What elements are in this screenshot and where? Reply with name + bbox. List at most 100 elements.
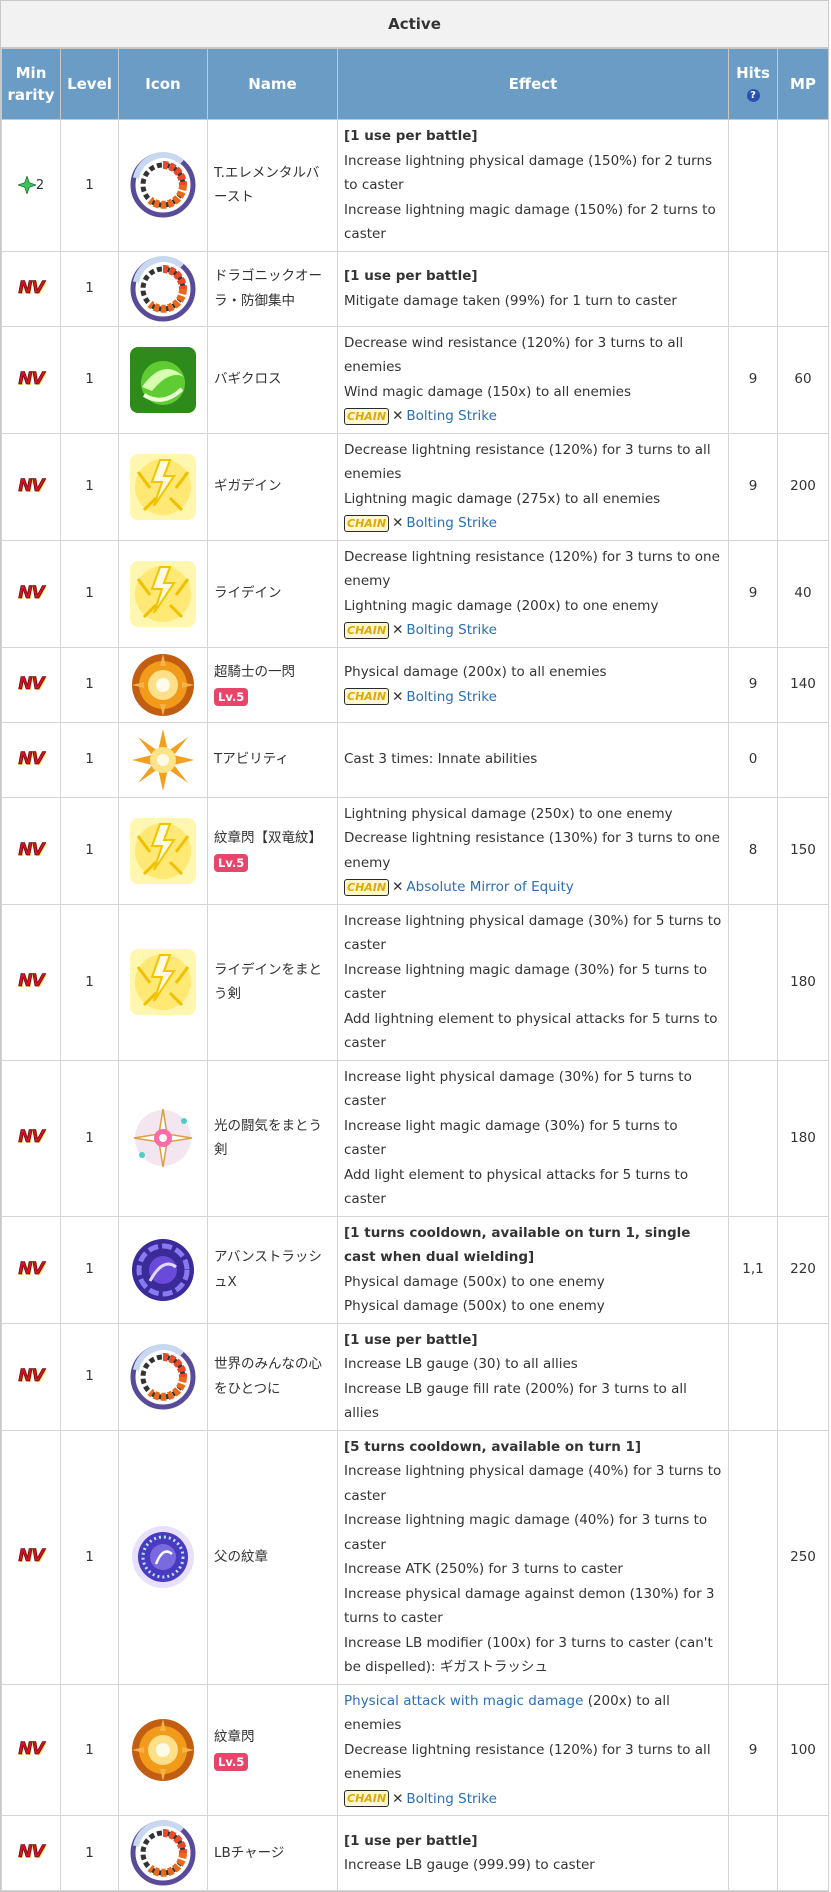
- hits-cell: [728, 903, 778, 1061]
- icon-cell: [118, 903, 208, 1061]
- active-skills-table: Min rarity Level Icon Name Effect Hits? …: [1, 48, 829, 1891]
- chain-line: CHAIN ✕ Bolting Strike: [344, 404, 722, 429]
- name-cell: LBチャージ: [207, 1815, 338, 1891]
- level-badge: Lv.5: [214, 1752, 249, 1771]
- table-row: NV 1 父の紋章 [5 turns cooldown, available on t…: [1, 1429, 829, 1685]
- hits-cell: 9: [728, 539, 778, 648]
- chain-skill-link[interactable]: Bolting Strike: [406, 622, 497, 638]
- skill-name: ドラゴニックオーラ・防御集中: [214, 268, 322, 309]
- mp-cell: 140: [777, 646, 829, 723]
- icon-cell: [118, 1683, 208, 1816]
- skill-name: ライデインをまとう剣: [214, 961, 322, 1003]
- mp-cell: [777, 1322, 829, 1431]
- mp-cell: 220: [777, 1215, 829, 1324]
- chain-badge-icon: CHAIN: [344, 1790, 390, 1807]
- explosion-icon: [132, 653, 194, 716]
- chain-skill-link[interactable]: Bolting Strike: [406, 689, 497, 705]
- mp-cell: [777, 119, 829, 252]
- chain-skill-link[interactable]: Bolting Strike: [406, 408, 497, 424]
- table-row: NV 1 バギクロス Decrease wind resistance (120%) …: [1, 325, 829, 434]
- effect-line: Add light element to physical attacks fo…: [344, 1166, 689, 1208]
- hits-cell: [728, 1815, 778, 1891]
- rarity-cell: NV: [1, 1429, 61, 1685]
- skill-name: ギガデイン: [214, 478, 282, 495]
- header-effect: Effect: [337, 48, 729, 120]
- icon-cell: [118, 1429, 208, 1685]
- effect-line: Increase ATK (250%) for 3 turns to caste…: [344, 1561, 623, 1577]
- hits-cell: [728, 1429, 778, 1685]
- effect-line: Physical damage (200x) to all enemies: [344, 664, 607, 680]
- level-cell: 1: [60, 1059, 119, 1217]
- effect-line: Physical attack with magic damage (200x)…: [344, 1689, 722, 1738]
- header-mp[interactable]: MP: [777, 48, 829, 120]
- chain-badge-icon: CHAIN: [344, 407, 390, 425]
- header-level[interactable]: Level: [60, 48, 119, 120]
- nv-rarity-icon: NV: [18, 277, 45, 298]
- nv-rarity-icon: NV: [18, 839, 45, 860]
- effect-cell: Cast 3 times: Innate abilities: [337, 721, 729, 798]
- hits-cell: 8: [728, 796, 778, 905]
- rarity-cell: NV: [1, 721, 61, 798]
- purple-vortex-icon: [132, 1238, 194, 1301]
- chain-skill-link[interactable]: Bolting Strike: [406, 1791, 497, 1807]
- effect-line: Increase lightning magic damage (150%) f…: [344, 201, 716, 243]
- skill-name: 紋章閃【双竜紋】: [214, 830, 322, 846]
- mp-cell: 180: [777, 903, 829, 1061]
- hits-cell: [728, 250, 778, 327]
- name-cell: Tアビリティ: [207, 721, 338, 798]
- icon-cell: [118, 796, 208, 905]
- help-icon[interactable]: ?: [746, 89, 760, 102]
- mp-cell: 100: [777, 1683, 829, 1816]
- header-hits[interactable]: Hits?: [728, 48, 778, 120]
- chain-skill-link[interactable]: Bolting Strike: [406, 515, 497, 531]
- effect-cell: Decrease lightning resistance (120%) for…: [337, 539, 729, 648]
- effect-line: Increase lightning physical damage (150%…: [344, 152, 713, 194]
- rarity-cell: NV: [1, 325, 61, 434]
- gauge-icon: [130, 255, 196, 322]
- icon-cell: [118, 646, 208, 723]
- chain-cross-icon: ✕: [392, 515, 404, 531]
- mp-cell: 150: [777, 796, 829, 905]
- effect-line: Increase physical damage against demon (…: [344, 1585, 715, 1627]
- hits-cell: [728, 119, 778, 252]
- skill-name: アバンストラッシュX: [214, 1249, 322, 1290]
- level-cell: 1: [60, 721, 119, 798]
- effect-cell: [1 use per battle] Increase LB gauge (30)…: [337, 1322, 729, 1431]
- rarity-cell: NV: [1, 432, 61, 541]
- effect-line: Increase LB gauge fill rate (200%) for 3…: [344, 1380, 687, 1422]
- effect-line: Increase LB gauge (30) to all allies: [344, 1356, 578, 1372]
- chain-badge-icon: CHAIN: [344, 878, 390, 896]
- hits-cell: [728, 1322, 778, 1431]
- effect-link[interactable]: Physical attack with magic damage: [344, 1693, 583, 1709]
- level-badge: Lv.5: [214, 687, 249, 706]
- table-row: NV 1 ギガデイン Decrease lightning resistance (1…: [1, 432, 829, 541]
- effect-line: Mitigate damage taken (99%) for 1 turn t…: [344, 292, 677, 309]
- skill-name: 光の闘気をまとう剣: [214, 1117, 322, 1159]
- effect-line: Increase LB gauge (999.99) to caster: [344, 1857, 595, 1873]
- chain-skill-link[interactable]: Absolute Mirror of Equity: [406, 879, 573, 895]
- rarity-cell: NV: [1, 1815, 61, 1891]
- effect-line: Decrease lightning resistance (120%) for…: [344, 1741, 711, 1783]
- nv-rarity-icon: NV: [18, 971, 45, 992]
- chain-cross-icon: ✕: [392, 408, 404, 424]
- effect-line: [1 use per battle]: [344, 1331, 478, 1348]
- table-row: NV 1 アバンストラッシュX [1 turns cooldown, availabl…: [1, 1215, 829, 1324]
- rarity-cell: NV: [1, 539, 61, 648]
- icon-cell: [118, 539, 208, 648]
- gauge-icon: [130, 1820, 196, 1886]
- chain-line: CHAIN ✕ Bolting Strike: [344, 511, 722, 536]
- level-cell: 1: [60, 1815, 119, 1891]
- nv-rarity-icon: NV: [18, 1739, 45, 1760]
- wind-swirl-icon: [130, 346, 196, 413]
- level-cell: 1: [60, 1215, 119, 1324]
- name-cell: 世界のみんなの心をひとつに: [207, 1322, 338, 1431]
- table-row: NV 1 光の闘気をまとう剣 Increase light physical dama…: [1, 1059, 829, 1217]
- effect-cell: [1 use per battle] Increase lightning phy…: [337, 119, 729, 252]
- chain-badge-icon: CHAIN: [344, 688, 390, 705]
- header-name[interactable]: Name: [207, 48, 338, 120]
- lightning-icon: [130, 453, 196, 520]
- header-min-rarity[interactable]: Min rarity: [1, 48, 61, 120]
- effect-line: [1 use per battle]: [344, 268, 478, 284]
- effect-line: [1 turns cooldown, available on turn 1, …: [344, 1224, 691, 1266]
- table-row: 2 1 T.エレメンタルバースト [1 use per battle] Increase…: [1, 119, 829, 252]
